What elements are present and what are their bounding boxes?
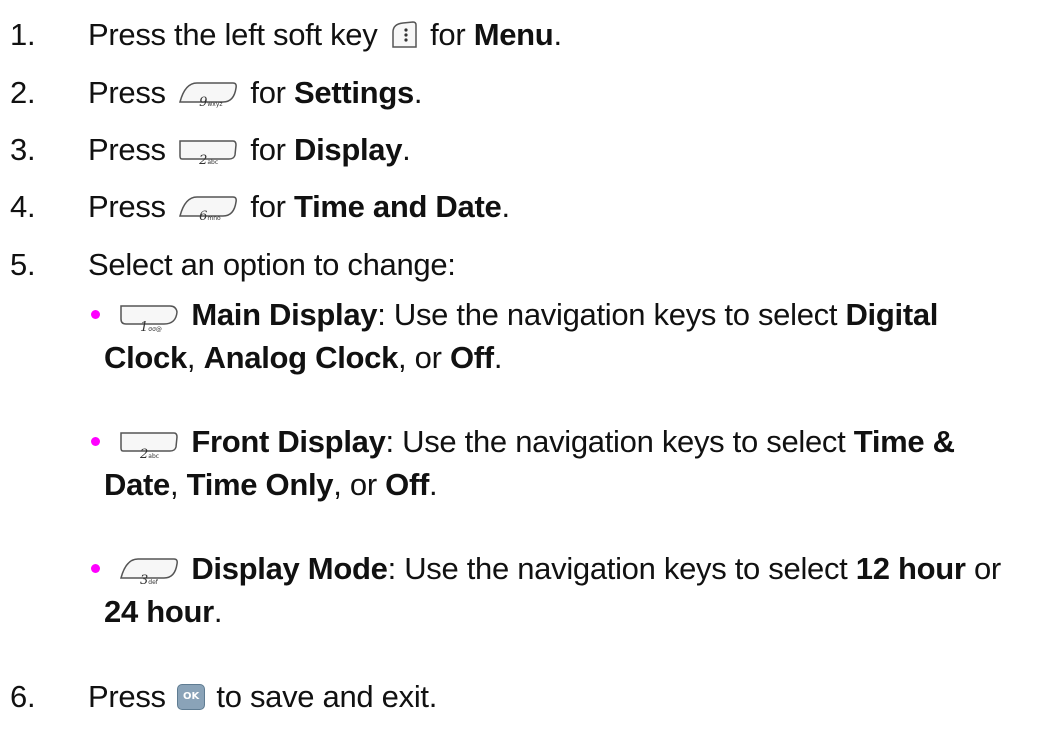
choice: Analog Clock	[203, 340, 399, 375]
separator: .	[429, 467, 438, 502]
step-pre: Press the left soft key	[88, 17, 378, 52]
bullet-icon	[91, 564, 100, 573]
key-3-icon: 3def	[118, 556, 180, 588]
separator: .	[213, 594, 223, 629]
separator: ,	[170, 467, 187, 502]
step-pre: Press	[88, 189, 166, 224]
menu-label: Menu	[473, 17, 554, 52]
choice: Off	[449, 340, 494, 375]
step-post: .	[402, 132, 411, 167]
time-date-label: Time and Date	[294, 189, 502, 224]
bullet-icon	[91, 310, 100, 319]
option-title: Display Mode	[191, 551, 388, 586]
step-post: .	[413, 75, 423, 110]
step-number: 3.	[10, 132, 36, 167]
choice: Time Only	[186, 467, 334, 502]
option-title: Front Display	[191, 424, 386, 459]
bullet-icon	[91, 437, 100, 446]
option-desc: : Use the navigation keys to select	[385, 424, 854, 459]
separator: ,	[186, 340, 204, 375]
step-number: 1.	[10, 17, 36, 52]
settings-label: Settings	[294, 75, 414, 110]
step-pre: Press	[88, 75, 166, 110]
ok-key-icon: OK	[177, 683, 206, 710]
option-text: 3def Display Mode: Use the navigation ke…	[104, 547, 1035, 633]
option-text: 2abc Front Display: Use the navigation k…	[104, 420, 1035, 506]
separator: , or	[398, 340, 450, 375]
choice: 24 hour	[104, 594, 214, 629]
step-text: Press 9wxyz for Settings.	[88, 73, 423, 113]
step-post: .	[553, 17, 562, 52]
separator: or	[965, 551, 1001, 586]
step-number: 6.	[10, 679, 36, 714]
key-9-icon: 9wxyz	[177, 80, 239, 110]
separator: .	[493, 340, 503, 375]
step-text: Press 2abc for Display.	[88, 130, 411, 170]
option-desc: : Use the navigation keys to select	[377, 297, 846, 332]
step-pre: Press	[88, 679, 166, 714]
key-2-icon: 2abc	[118, 429, 180, 462]
soft-key-left-icon	[389, 20, 419, 50]
instruction-page: 1. Press the left soft key for Menu. 2. …	[0, 0, 1045, 740]
option-title: Main Display	[191, 297, 378, 332]
option-text: 1σσ@ Main Display: Use the navigation ke…	[104, 293, 1035, 379]
option-desc: : Use the navigation keys to select	[387, 551, 856, 586]
key-1-icon: 1σσ@	[118, 302, 180, 335]
step-text: Select an option to change:	[88, 247, 456, 282]
step-post: .	[501, 189, 510, 224]
separator: , or	[333, 467, 386, 502]
key-2-icon: 2abc	[177, 137, 239, 168]
key-6-icon: 6mno	[177, 194, 239, 224]
step-pre: Press	[88, 132, 166, 167]
step-post: to save and exit.	[208, 679, 438, 714]
step-mid: for	[250, 75, 294, 110]
step-mid: for	[250, 132, 294, 167]
step-text: Press 6mno for Time and Date.	[88, 187, 510, 227]
step-number: 4.	[10, 189, 36, 224]
step-mid: for	[430, 17, 474, 52]
step-text: Press OK to save and exit.	[88, 677, 437, 717]
step-number: 5.	[10, 247, 36, 282]
display-label: Display	[294, 132, 403, 167]
step-number: 2.	[10, 75, 36, 110]
choice: Off	[385, 467, 430, 502]
step-mid: for	[250, 189, 294, 224]
choice: 12 hour	[855, 551, 966, 586]
step-text: Press the left soft key for Menu.	[88, 15, 562, 55]
